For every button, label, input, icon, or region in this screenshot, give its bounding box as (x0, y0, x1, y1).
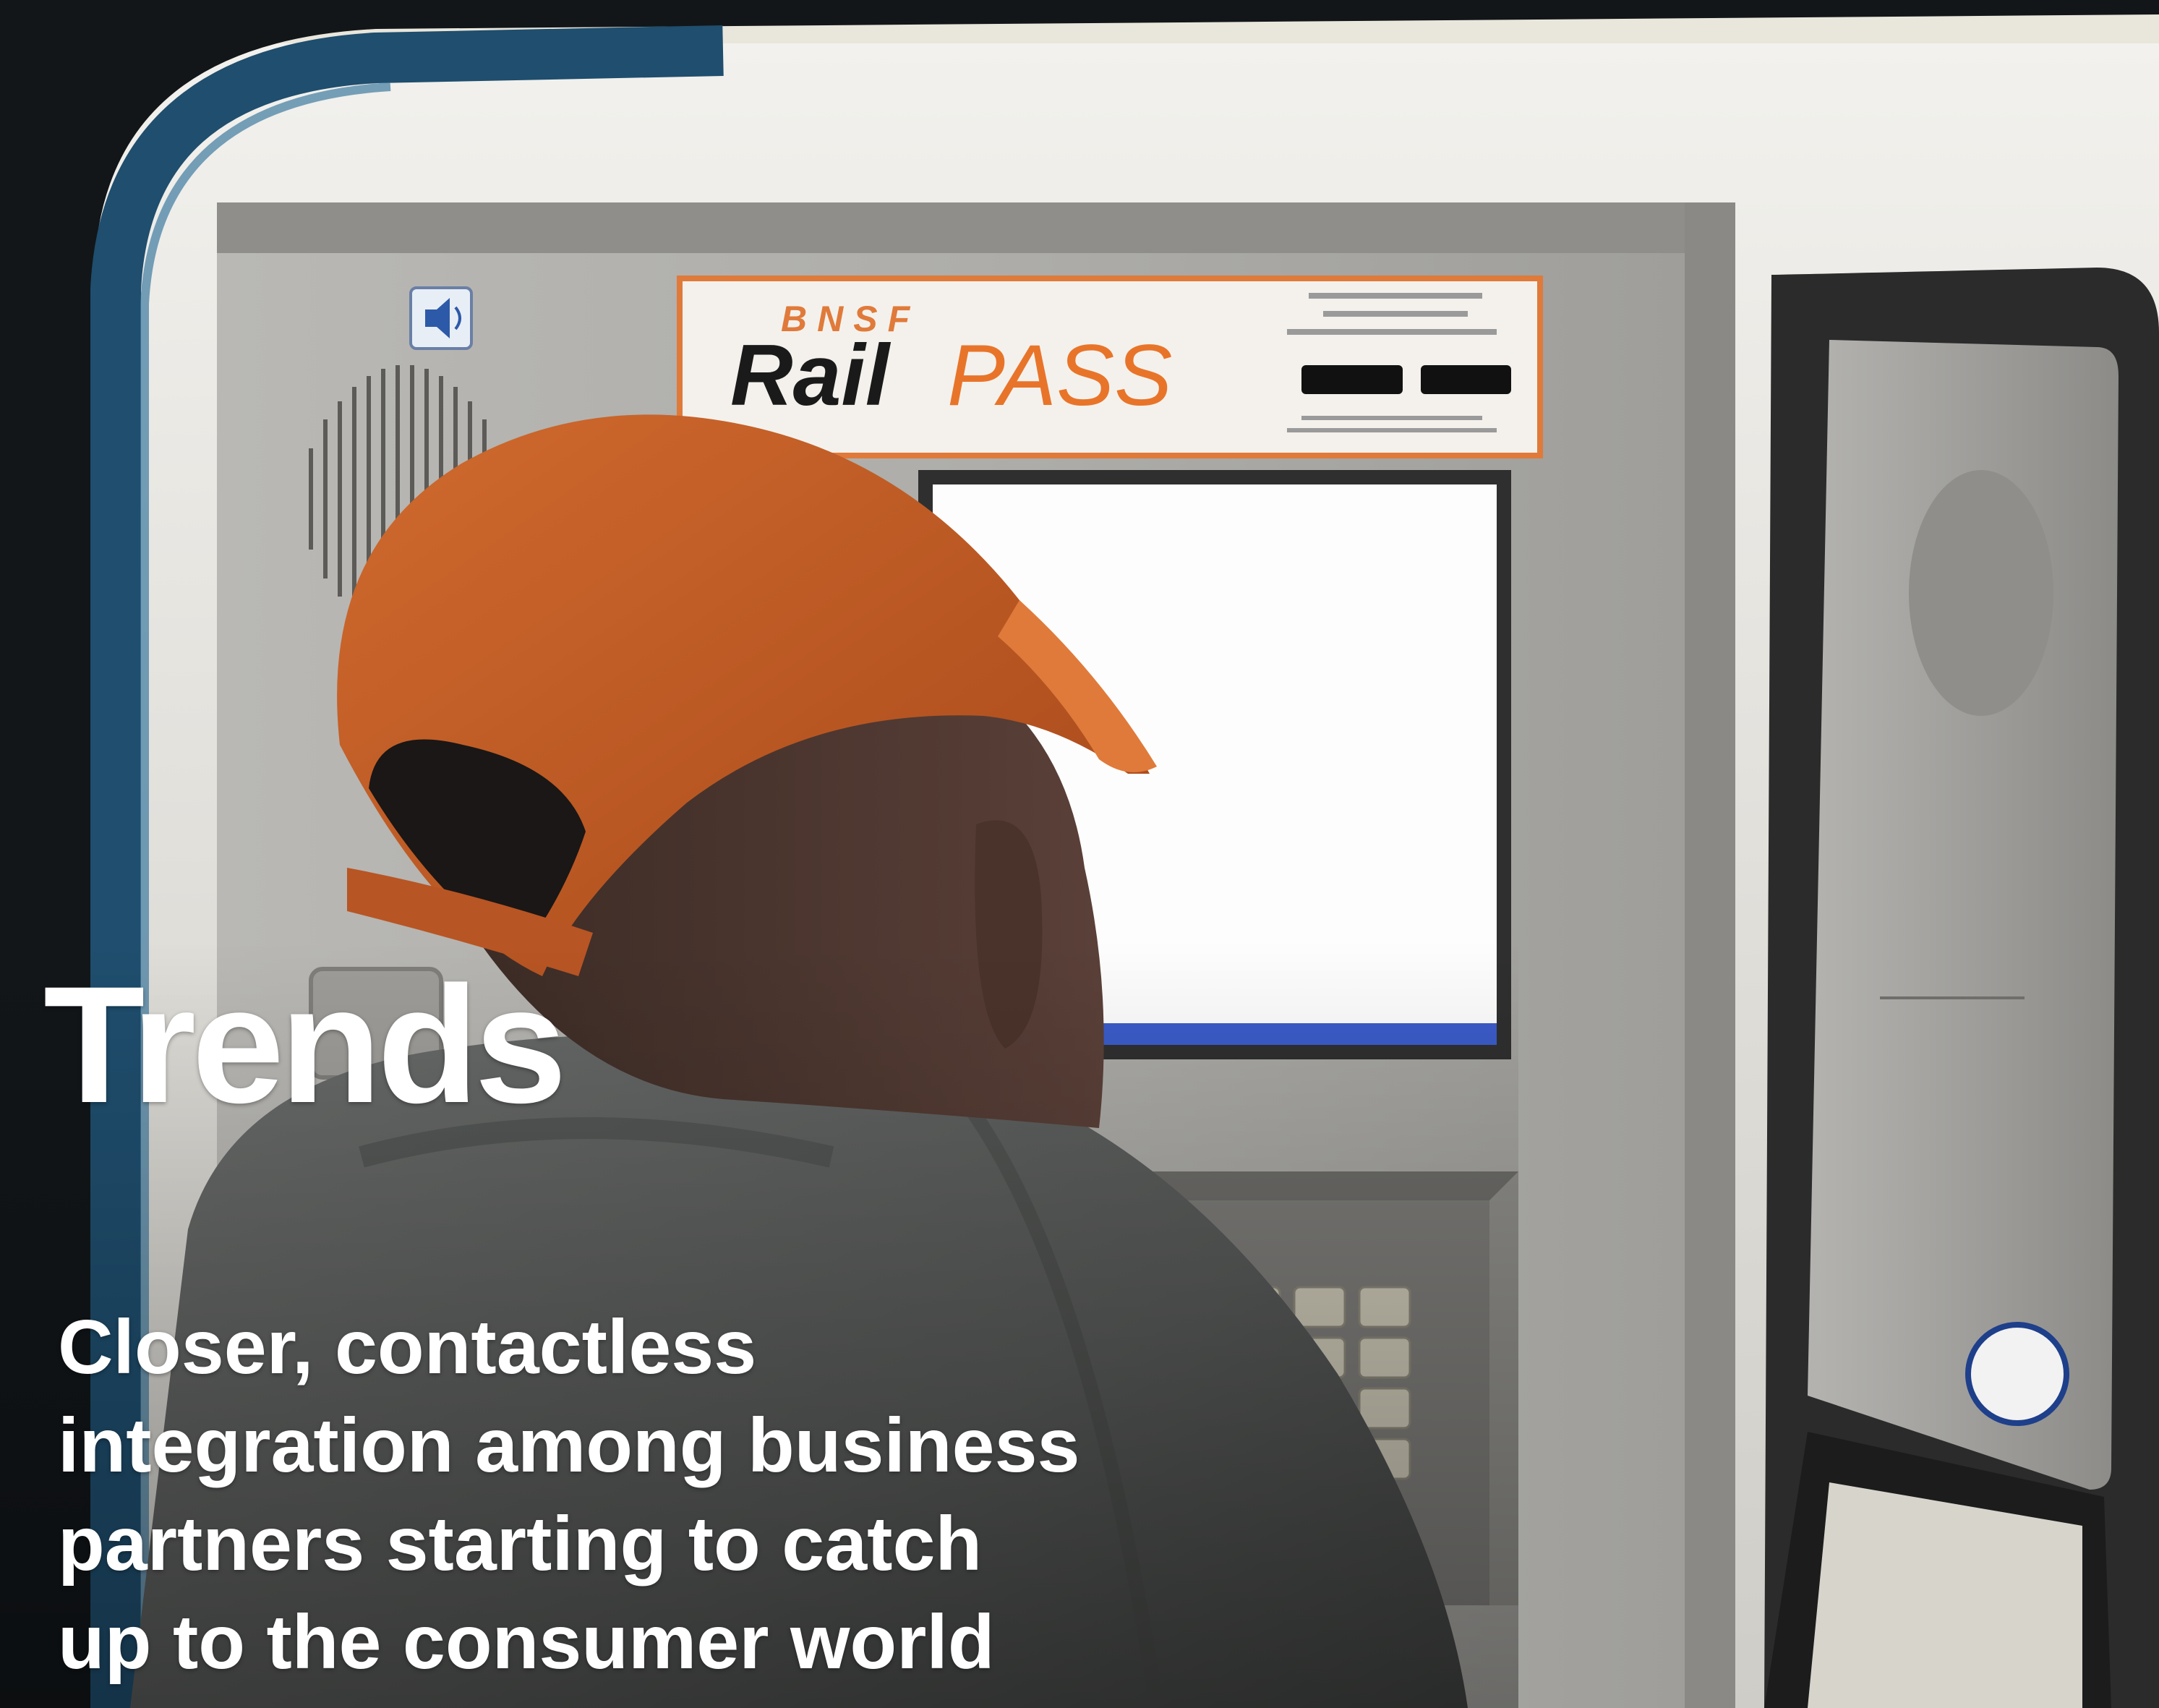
slide-title: Trends (43, 952, 567, 1137)
sign-name-rail: Rail (730, 327, 892, 424)
subtitle-line: Closer, contactless (58, 1305, 757, 1390)
railpass-sign: BNSF Rail PASS (677, 276, 1543, 458)
app-store-badge-icon (1301, 365, 1403, 394)
subtitle-line: partners starting to catch (58, 1501, 983, 1587)
side-mirror (1764, 268, 2159, 1708)
play-store-badge-icon (1421, 365, 1511, 394)
slide-subtitle: Closer, contactless integration among bu… (58, 1298, 1215, 1691)
subtitle-line: integration among business (58, 1403, 1080, 1488)
sign-name-pass: PASS (947, 327, 1172, 424)
volume-icon (409, 286, 473, 350)
subtitle-line: up to the consumer world (58, 1600, 995, 1685)
ada-sticker-icon (1965, 1322, 2069, 1426)
slide: BNSF Rail PASS Trends Closer, contactles… (0, 0, 2159, 1708)
